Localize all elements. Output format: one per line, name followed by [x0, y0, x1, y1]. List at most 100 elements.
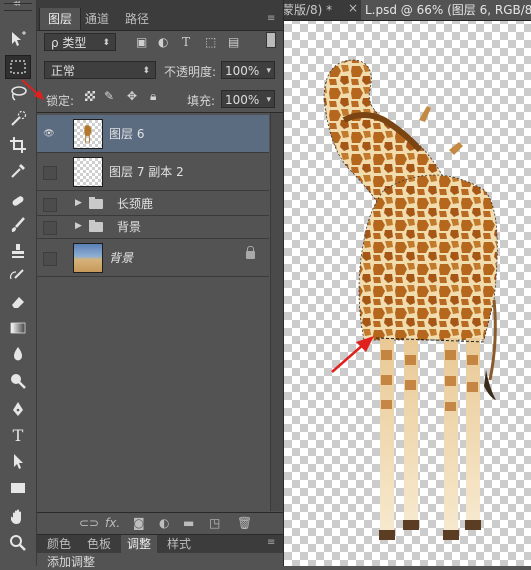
fill-field[interactable]: 100% ▾ [221, 90, 275, 108]
tab-channels[interactable]: 通道 [77, 8, 117, 30]
filter-toggle[interactable] [266, 32, 276, 48]
document-tab[interactable]: 蒙版/8) * [284, 0, 336, 20]
opacity-label: 不透明度: [164, 65, 217, 79]
new-layer-icon[interactable]: ◳ [209, 516, 220, 530]
blend-mode-value: 正常 [51, 64, 76, 78]
fill-value: 100% [225, 93, 260, 107]
adjustments-heading: 添加调整 [47, 555, 96, 569]
visibility-toggle[interactable] [43, 166, 57, 180]
layers-scrollbar[interactable] [270, 113, 283, 511]
lock-all-icon[interactable]: 🔒︎ [150, 89, 156, 104]
shape-filter-icon[interactable]: ⬚ [205, 35, 216, 49]
new-group-icon[interactable]: ▬ [183, 516, 194, 530]
layers-list: 👁︎ 图层 6 图层 7 副本 2 ▶ 长颈鹿 ▶ 背景 背景 [37, 112, 283, 511]
path-selection-tool-icon[interactable] [6, 450, 30, 472]
group-row[interactable]: ▶ 长颈鹿 [37, 193, 269, 216]
blend-mode-select[interactable]: 正常 ⬍ [44, 61, 156, 79]
healing-brush-tool-icon[interactable] [6, 190, 30, 212]
fx-icon[interactable]: fx. [105, 516, 120, 530]
layer-name: 图层 7 副本 2 [109, 165, 184, 179]
fill-label: 填充: [187, 94, 216, 108]
link-layers-icon[interactable]: ⊂⊃ [79, 516, 99, 530]
eyedropper-tool-icon[interactable] [6, 160, 30, 182]
chevron-down-icon[interactable]: ▾ [266, 62, 271, 80]
chevron-right-icon[interactable]: ▶ [75, 198, 82, 208]
layer-thumbnail[interactable] [73, 157, 103, 187]
layer-row[interactable]: 图层 7 副本 2 [37, 153, 269, 191]
layer-name: 图层 6 [109, 127, 145, 141]
document-tabs: 蒙版/8) * × L.psd @ 66% (图层 6, RGB/8) * [284, 0, 531, 21]
layer-row[interactable]: 👁︎ 图层 6 [37, 115, 269, 153]
opacity-value: 100% [225, 64, 260, 78]
chevron-down-icon: ⬍ [142, 66, 150, 76]
lock-label: 锁定: [46, 94, 75, 108]
layer-filter-label: ρ 类型 [51, 36, 87, 50]
layer-filter-select[interactable]: ρ 类型 ⬍ [44, 33, 116, 51]
tab-adjustments[interactable]: 调整 [121, 535, 158, 553]
lock-pixels-icon[interactable]: ✎ [104, 89, 114, 103]
pen-tool-icon[interactable] [6, 398, 30, 420]
hand-tool-icon[interactable] [6, 506, 30, 528]
clone-stamp-tool-icon[interactable] [6, 240, 30, 262]
layers-footer: ⊂⊃ fx. ◙ ◐ ▬ ◳ 🗑︎ [37, 512, 283, 535]
lock-transparent-icon[interactable] [85, 91, 95, 101]
chevron-down-icon[interactable]: ▾ [266, 91, 271, 109]
move-tool-icon[interactable] [6, 28, 30, 50]
panel-tabs: 图层 通道 路径 ≡ [37, 8, 283, 31]
rectangle-tool-icon[interactable] [6, 477, 30, 499]
add-mask-icon[interactable]: ◙ [133, 516, 145, 530]
quick-selection-tool-icon[interactable] [6, 108, 30, 130]
chevron-right-icon[interactable]: ▶ [75, 221, 82, 231]
lasso-tool-icon[interactable] [6, 82, 30, 104]
adjust-panel-tabs: 颜色 色板 调整 样式 ≡ [37, 534, 283, 553]
layer-thumbnail[interactable] [73, 243, 103, 273]
delete-layer-icon[interactable]: 🗑︎ [237, 516, 252, 530]
tools-grip[interactable] [4, 3, 32, 11]
lock-icon [246, 246, 255, 259]
history-brush-tool-icon[interactable] [6, 265, 30, 287]
layer-thumbnail[interactable] [73, 119, 103, 149]
crop-tool-icon[interactable] [6, 134, 30, 156]
panel-menu-icon[interactable]: ≡ [267, 537, 279, 549]
layers-panel: 图层 通道 路径 ≡ ρ 类型 ⬍ ▣ ◐ T ⬚ ▤ 正常 ⬍ 不透明度: 1… [37, 0, 284, 569]
adjustment-filter-icon[interactable]: ◐ [158, 35, 168, 49]
giraffe-image [323, 59, 498, 540]
visibility-toggle[interactable] [43, 252, 57, 266]
opacity-field[interactable]: 100% ▾ [221, 61, 275, 79]
tab-color[interactable]: 颜色 [41, 535, 77, 553]
layer-row[interactable]: 背景 [37, 239, 269, 277]
group-name: 长颈鹿 [117, 197, 154, 211]
tab-layers[interactable]: 图层 [39, 8, 82, 30]
document-canvas[interactable]: 蒙版/8) * × L.psd @ 66% (图层 6, RGB/8) * [284, 0, 531, 566]
eraser-tool-icon[interactable] [6, 291, 30, 313]
image-filter-icon[interactable]: ▣ [136, 35, 147, 49]
new-adjustment-icon[interactable]: ◐ [159, 516, 169, 530]
tab-styles[interactable]: 样式 [161, 535, 197, 553]
visibility-toggle[interactable] [43, 221, 57, 235]
folder-icon [89, 197, 103, 209]
group-row[interactable]: ▶ 背景 [37, 216, 269, 239]
lock-position-icon[interactable]: ✥ [127, 89, 137, 103]
document-tab-active[interactable]: L.psd @ 66% (图层 6, RGB/8) * [361, 0, 531, 20]
tools-panel: ◂◂ T [0, 0, 37, 566]
type-filter-icon[interactable]: T [182, 35, 190, 49]
chevron-down-icon: ⬍ [102, 38, 110, 48]
group-name: 背景 [117, 220, 142, 234]
type-tool-icon[interactable]: T [6, 424, 30, 446]
brush-tool-icon[interactable] [6, 214, 30, 236]
eye-icon[interactable]: 👁︎ [43, 128, 55, 140]
folder-icon [89, 220, 103, 232]
panel-header-strip[interactable] [37, 0, 283, 8]
marquee-tool-icon[interactable] [5, 55, 31, 79]
close-icon[interactable]: × [348, 1, 358, 15]
blur-tool-icon[interactable] [6, 343, 30, 365]
visibility-toggle[interactable] [43, 198, 57, 212]
gradient-tool-icon[interactable] [6, 317, 30, 339]
tab-paths[interactable]: 路径 [117, 8, 157, 30]
tab-swatches[interactable]: 色板 [81, 535, 117, 553]
zoom-tool-icon[interactable] [6, 532, 30, 554]
layer-name: 背景 [109, 251, 134, 265]
panel-menu-icon[interactable]: ≡ [267, 13, 279, 25]
dodge-tool-icon[interactable] [6, 370, 30, 392]
smart-object-filter-icon[interactable]: ▤ [228, 35, 239, 49]
